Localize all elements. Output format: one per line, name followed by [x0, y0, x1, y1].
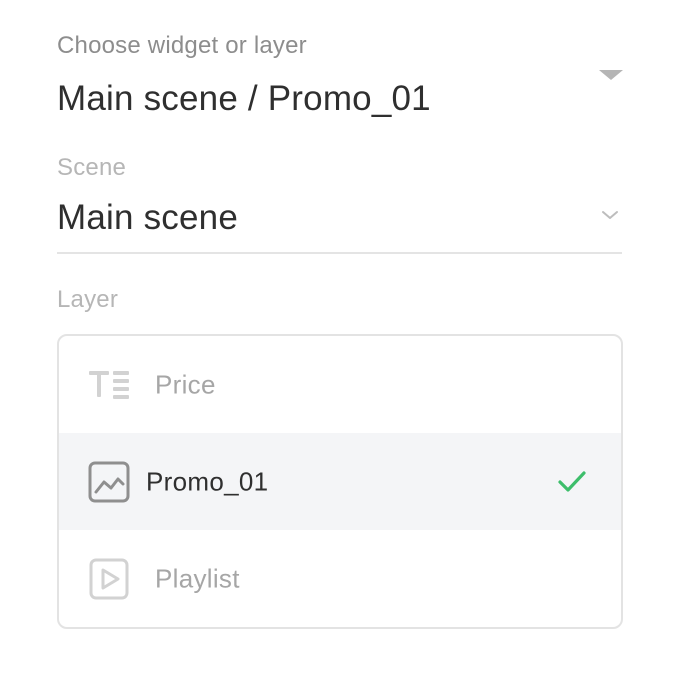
- layer-item-promo-01[interactable]: Promo_01: [59, 433, 621, 530]
- widget-layer-picker[interactable]: Choose widget or layer Main scene / Prom…: [57, 30, 627, 130]
- checkmark-icon: [558, 470, 586, 492]
- layer-item-price[interactable]: Price: [59, 336, 621, 433]
- layer-item-label: Price: [155, 369, 216, 399]
- layer-item-label: Playlist: [155, 563, 240, 593]
- layer-list: Price Promo_01 Playlist: [57, 334, 623, 629]
- widget-picker-caption: Choose widget or layer: [57, 32, 307, 59]
- image-icon: [88, 461, 130, 502]
- caret-down-icon[interactable]: [599, 70, 623, 80]
- layer-caption: Layer: [57, 286, 119, 313]
- scene-value: Main scene: [57, 198, 238, 237]
- scene-caption: Scene: [57, 154, 127, 181]
- layer-item-label: Promo_01: [146, 466, 269, 496]
- widget-picker-value: Main scene / Promo_01: [57, 79, 431, 118]
- playlist-icon: [89, 558, 129, 599]
- layer-item-playlist[interactable]: Playlist: [59, 530, 621, 627]
- chevron-down-icon[interactable]: [600, 208, 620, 222]
- text-icon: [89, 370, 129, 399]
- scene-select[interactable]: Scene Main scene: [57, 152, 622, 254]
